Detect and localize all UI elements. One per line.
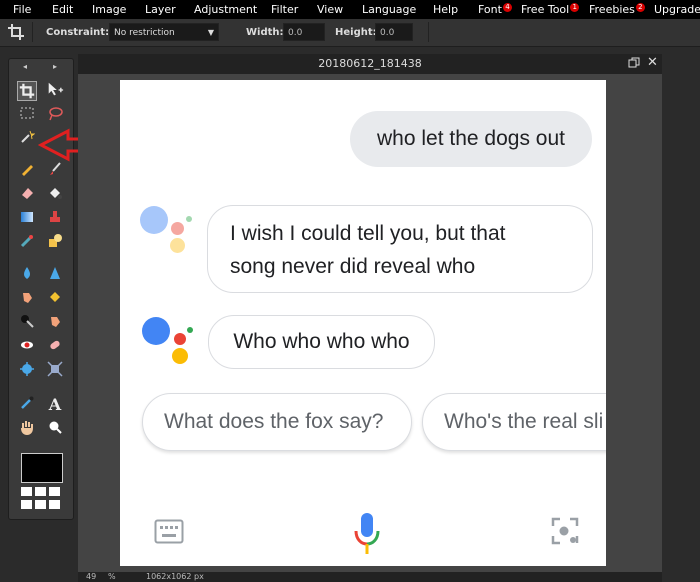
options-bar: Constraint: No restriction ▼ Width: 0.0 … <box>0 19 700 47</box>
color-replace-icon[interactable] <box>17 233 37 253</box>
draw-shape-icon[interactable] <box>45 233 65 253</box>
menu-layer[interactable]: Layer <box>145 3 176 16</box>
microphone-icon[interactable] <box>351 511 383 557</box>
menu-filter[interactable]: Filter <box>271 3 298 16</box>
menu-free-tool[interactable]: Free Tool 1 <box>521 3 580 16</box>
red-eye-icon[interactable] <box>17 337 37 357</box>
status-bar: 49 % 1062x1062 px <box>78 572 662 582</box>
smudge-icon[interactable] <box>17 289 37 309</box>
options-separator <box>32 22 33 42</box>
gradient-icon[interactable] <box>17 209 37 229</box>
dodge-icon[interactable] <box>17 313 37 333</box>
menu-image[interactable]: Image <box>92 3 126 16</box>
move-icon[interactable] <box>45 81 65 101</box>
menu-freebies[interactable]: Freebies 2 <box>589 3 645 16</box>
collapse-right-icon[interactable]: ▸ <box>53 62 57 71</box>
restore-window-icon[interactable] <box>628 57 640 69</box>
paint-bucket-icon[interactable] <box>45 185 65 205</box>
magic-wand-icon[interactable] <box>17 129 37 149</box>
image-dimensions: 1062x1062 px <box>146 572 204 581</box>
zoom-value[interactable]: 49 <box>86 572 96 581</box>
user-query-bubble: who let the dogs out <box>350 111 592 167</box>
keyboard-icon[interactable] <box>154 519 184 545</box>
options-separator <box>428 22 429 42</box>
menu-view[interactable]: View <box>317 3 343 16</box>
sharpen-icon[interactable] <box>45 265 65 285</box>
menu-font[interactable]: Font 4 <box>478 3 512 16</box>
assistant-reply-short: Who who who who <box>233 330 410 353</box>
bloat-icon[interactable] <box>17 361 37 381</box>
suggestion-chip-2[interactable]: Who's the real sli <box>422 393 606 451</box>
menu-file[interactable]: File <box>13 3 31 16</box>
crop-icon[interactable] <box>17 81 37 101</box>
eraser-icon[interactable] <box>17 185 37 205</box>
assistant-reply-bubble: I wish I could tell you, but that song n… <box>207 205 593 293</box>
hand-icon[interactable] <box>17 419 37 439</box>
height-input[interactable]: 0.0 <box>375 23 413 41</box>
brush-icon[interactable] <box>45 161 65 181</box>
assistant-reply-line1: I wish I could tell you, but that <box>230 222 506 245</box>
menu-freebies-label[interactable]: Freebies <box>589 3 635 16</box>
type-tool-icon[interactable]: A <box>45 395 65 415</box>
pinch-icon[interactable] <box>45 361 65 381</box>
freebies-badge: 2 <box>635 3 645 12</box>
zoom-unit: % <box>108 572 116 581</box>
height-label: Height: <box>335 27 377 38</box>
assistant-logo-large <box>140 206 194 256</box>
burn-icon[interactable] <box>45 313 65 333</box>
pencil-icon[interactable] <box>17 161 37 181</box>
document-header: 20180612_181438 ✕ <box>78 54 662 74</box>
foreground-color-swatch[interactable] <box>21 453 63 483</box>
clone-stamp-icon[interactable] <box>45 209 65 229</box>
suggestion-chip-1[interactable]: What does the fox say? <box>142 393 412 451</box>
menu-font-label[interactable]: Font <box>478 3 502 16</box>
zoom-icon[interactable] <box>45 419 65 439</box>
color-picker-icon[interactable] <box>17 395 37 415</box>
close-icon[interactable]: ✕ <box>647 55 658 70</box>
menu-help[interactable]: Help <box>433 3 458 16</box>
chevron-down-icon: ▼ <box>207 28 214 37</box>
constraint-select[interactable]: No restriction ▼ <box>109 23 219 41</box>
constraint-value: No restriction <box>114 28 175 38</box>
lasso-icon[interactable] <box>45 105 65 125</box>
menu-free-tool-label[interactable]: Free Tool <box>521 3 569 16</box>
spot-heal-icon[interactable] <box>45 337 65 357</box>
sponge-icon[interactable] <box>45 289 65 309</box>
assistant-logo-small <box>142 317 193 367</box>
lens-icon[interactable] <box>550 516 580 546</box>
assistant-reply-line2: song never did reveal who <box>230 255 476 278</box>
grid-layout-icon[interactable] <box>21 487 63 511</box>
marquee-select-icon[interactable] <box>17 105 37 125</box>
collapse-left-icon[interactable]: ◂ <box>23 62 27 71</box>
constraint-label: Constraint: <box>46 27 110 38</box>
image-canvas[interactable]: who let the dogs out I wish I could tell… <box>120 80 606 566</box>
menu-adjustment[interactable]: Adjustment <box>194 3 257 16</box>
menu-bar: File Edit Image Layer Adjustment Filter … <box>0 0 700 19</box>
font-badge: 4 <box>502 3 512 12</box>
menu-language[interactable]: Language <box>362 3 416 16</box>
crop-options-icon <box>6 22 26 42</box>
free-tool-badge: 1 <box>570 3 580 12</box>
width-label: Width: <box>246 27 284 38</box>
document-title: 20180612_181438 <box>318 57 422 70</box>
assistant-reply-short-bubble: Who who who who <box>208 315 435 369</box>
blur-icon[interactable] <box>17 265 37 285</box>
menu-upgrade[interactable]: Upgrade <box>654 3 700 16</box>
menu-edit[interactable]: Edit <box>52 3 73 16</box>
width-input[interactable]: 0.0 <box>283 23 325 41</box>
